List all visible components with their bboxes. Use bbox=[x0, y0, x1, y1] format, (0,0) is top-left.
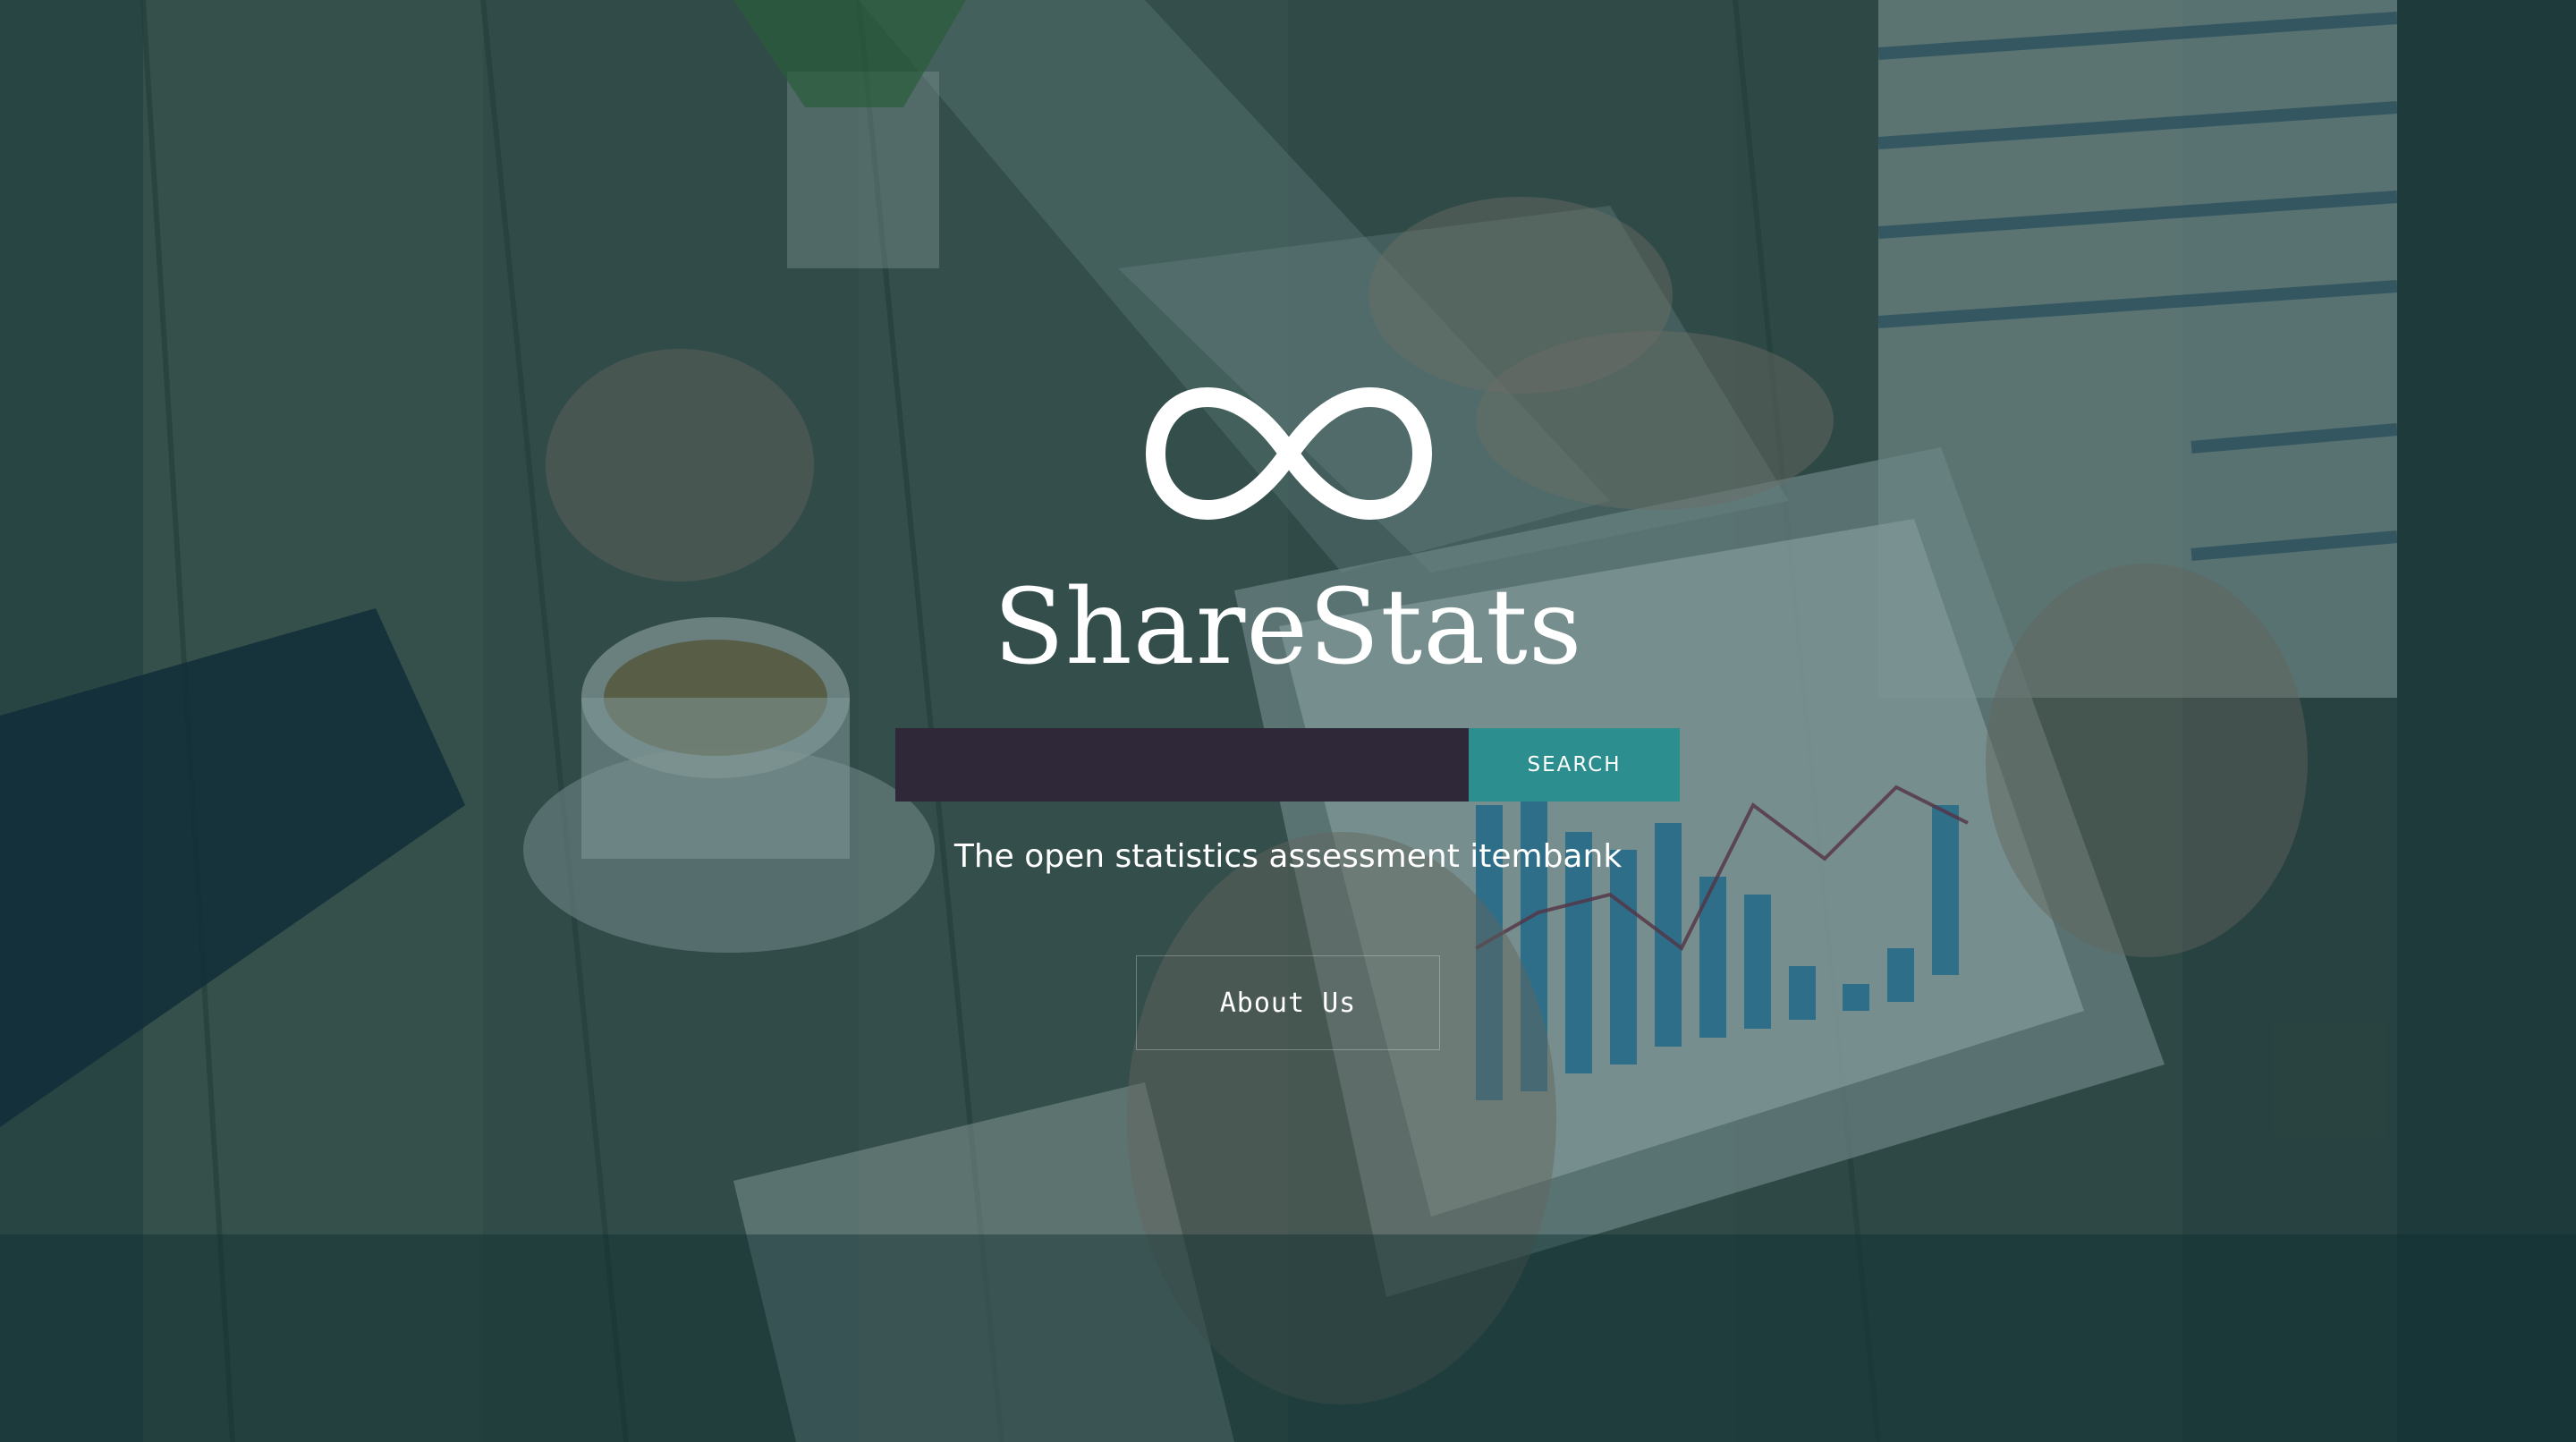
search-input[interactable] bbox=[895, 728, 1469, 802]
search-button[interactable]: SEARCH bbox=[1469, 728, 1680, 802]
brand-title: ShareStats bbox=[993, 567, 1583, 688]
about-us-button[interactable]: About Us bbox=[1136, 955, 1440, 1050]
hero-section: ShareStats SEARCH The open statistics as… bbox=[0, 0, 2576, 1442]
infinity-icon bbox=[1146, 387, 1432, 520]
search-bar: SEARCH bbox=[895, 728, 1680, 802]
tagline: The open statistics assessment itembank bbox=[953, 838, 1623, 875]
